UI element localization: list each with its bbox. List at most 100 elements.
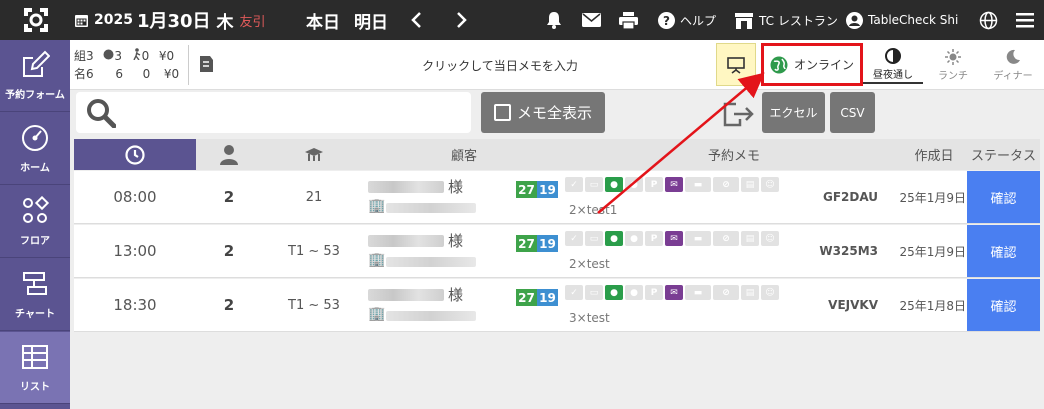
globe-icon[interactable] — [979, 0, 998, 40]
mode-all-day[interactable]: 昼夜通し — [863, 46, 923, 84]
honorific: 様 — [448, 232, 464, 250]
mode-dinner-label: ディナー — [993, 70, 1033, 82]
sidebar-item-reservation-form[interactable]: 予約フォーム — [0, 40, 70, 112]
globe-icon: ● — [605, 285, 623, 300]
memo-text: 3×test — [569, 311, 610, 325]
tomorrow-button[interactable]: 明日 — [354, 0, 388, 40]
moon-icon — [1006, 49, 1020, 64]
row-customer[interactable]: 様 🏢 — [364, 171, 514, 223]
row-time: 08:00 — [113, 188, 157, 206]
row-customer[interactable]: 様 🏢 — [364, 279, 514, 331]
date-weekday: 木 — [216, 12, 234, 33]
mode-all-label: 昼夜通し — [873, 69, 913, 81]
parking-icon: P — [645, 231, 663, 246]
row-table: T1 ~ 53 — [288, 243, 340, 259]
company-name-redacted — [386, 257, 476, 267]
person-icon — [220, 144, 238, 165]
row-reservation-code: VEJVKV — [828, 298, 878, 312]
bed-icon: ▬ — [685, 285, 711, 300]
sidebar-item-floor[interactable]: フロア — [0, 186, 70, 258]
parking-icon: P — [645, 285, 663, 300]
today-button[interactable]: 本日 — [306, 0, 340, 40]
sidebar-item-list[interactable]: リスト — [0, 332, 70, 404]
sub-count-badge: 19 — [537, 289, 558, 306]
user-menu[interactable]: TableCheck Shi — [846, 0, 958, 40]
show-all-memos-label: メモ全表示 — [516, 104, 592, 122]
calendar-icon[interactable] — [74, 0, 89, 40]
chevron-right-icon[interactable] — [456, 0, 468, 40]
table-row[interactable]: 08:00 2 21 様 🏢 27 19 ✓ ▭ ● ● P ✉ ▬ ⊘ ▤ ☺… — [74, 171, 1040, 224]
summary-strip: 組3 3 0 ¥0 名6 6 0 ¥0 クリックして当日メモを入力 オンライン … — [70, 40, 1044, 90]
store-icon — [735, 12, 753, 29]
column-header-people[interactable] — [196, 139, 262, 170]
online-filter-button[interactable]: オンライン — [761, 43, 863, 86]
search-input[interactable] — [76, 92, 471, 133]
company-name-redacted — [386, 311, 476, 321]
document-icon: ▤ — [741, 231, 759, 246]
cat-icon: ● — [625, 231, 643, 246]
app-logo-icon[interactable] — [22, 0, 50, 40]
sidebar-label-home: ホーム — [20, 163, 50, 174]
sidebar-label-floor: フロア — [20, 236, 50, 247]
show-all-memos-button[interactable]: メモ全表示 — [481, 92, 605, 133]
excel-button[interactable]: エクセル — [762, 92, 825, 133]
row-created-date: 25年1月9日 — [899, 244, 966, 259]
sidebar-item-home[interactable]: ホーム — [0, 113, 70, 185]
date-monthday: 1月30日 — [136, 11, 211, 32]
help-button[interactable]: ? ヘルプ — [658, 0, 716, 40]
mail-icon[interactable] — [582, 0, 601, 40]
list-icon — [22, 345, 48, 369]
document-icon: ▤ — [741, 285, 759, 300]
export-icon[interactable] — [722, 98, 756, 132]
column-header-customer[interactable]: 顧客 — [424, 139, 504, 170]
mode-lunch[interactable]: ランチ — [923, 46, 983, 84]
building-icon: 🏢 — [368, 252, 386, 268]
user-name: TableCheck Shi — [868, 13, 959, 27]
checkbox-icon — [493, 104, 511, 121]
row-customer[interactable]: 様 🏢 — [364, 225, 514, 277]
row-table: T1 ~ 53 — [288, 297, 340, 313]
globe-icon: ● — [605, 231, 623, 246]
globe-icon — [103, 49, 114, 60]
date-year: 2025 — [94, 12, 133, 28]
parking-icon: P — [645, 177, 663, 192]
table-row[interactable]: 18:30 2 T1 ~ 53 様 🏢 27 19 ✓ ▭ ● ● P ✉ ▬ … — [74, 279, 1040, 332]
current-date[interactable]: 2025 1月30日 木 友引 — [94, 0, 266, 40]
csv-button[interactable]: CSV — [830, 92, 875, 133]
row-status-button[interactable]: 確認 — [967, 279, 1040, 331]
no-smoking-icon: ⊘ — [713, 177, 739, 192]
credit-card-icon: ▭ — [585, 231, 603, 246]
chart-icon — [23, 272, 47, 295]
memo-tag-icons: ✓ ▭ ● ● P ✉ ▬ ⊘ ▤ ☺ — [565, 285, 779, 300]
hamburger-menu-icon[interactable] — [1016, 0, 1034, 40]
chevron-left-icon[interactable] — [410, 0, 422, 40]
gauge-icon — [22, 125, 48, 151]
store-selector[interactable]: TC レストラン — [734, 0, 838, 40]
row-status-button[interactable]: 確認 — [967, 171, 1040, 223]
count-row-groups: 組3 3 0 ¥0 — [74, 48, 175, 63]
cat-icon: ● — [625, 177, 643, 192]
column-header-time[interactable] — [74, 139, 196, 170]
honorific: 様 — [448, 286, 464, 304]
table-seat-icon — [305, 147, 323, 161]
mode-dinner[interactable]: ディナー — [983, 46, 1043, 84]
printer-icon[interactable] — [619, 0, 638, 40]
daily-memo-input[interactable]: クリックして当日メモを入力 — [250, 40, 750, 90]
row-status-button[interactable]: 確認 — [967, 225, 1040, 277]
column-header-table[interactable] — [279, 139, 349, 170]
row-people: 2 — [223, 296, 235, 314]
column-header-status[interactable]: ステータス — [967, 139, 1040, 170]
memo-note-icon[interactable] — [198, 54, 214, 78]
visit-count-badge: 27 — [516, 181, 537, 198]
sidebar-item-chart[interactable]: チャート — [0, 259, 70, 331]
top-bar: 2025 1月30日 木 友引 本日 明日 ? ヘルプ TC レストラン Tab… — [0, 0, 1044, 40]
half-circle-icon — [885, 47, 901, 64]
envelope-icon: ✉ — [665, 285, 683, 300]
bell-icon[interactable] — [546, 0, 562, 40]
presentation-toggle[interactable] — [716, 43, 756, 86]
column-header-created[interactable]: 作成日 — [899, 139, 969, 170]
row-time: 18:30 — [113, 296, 157, 314]
row-reservation-code: W325M3 — [819, 244, 878, 258]
table-row[interactable]: 13:00 2 T1 ~ 53 様 🏢 27 19 ✓ ▭ ● ● P ✉ ▬ … — [74, 225, 1040, 278]
column-header-memo[interactable]: 予約メモ — [694, 139, 774, 170]
